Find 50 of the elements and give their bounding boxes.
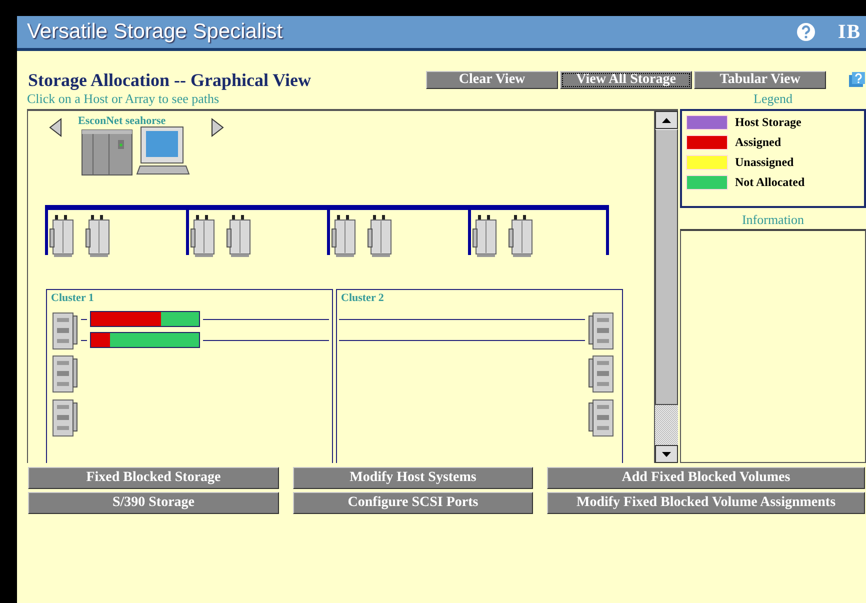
- action-button[interactable]: Add Fixed Blocked Volumes: [547, 467, 865, 489]
- cluster-label: Cluster 2: [341, 292, 384, 304]
- help-icon[interactable]: [796, 22, 816, 42]
- action-button[interactable]: Modify Host Systems: [293, 467, 533, 489]
- adapter-icon[interactable]: [367, 215, 393, 257]
- host-label[interactable]: EsconNet seahorse: [78, 115, 166, 127]
- view-button[interactable]: View All Storage: [560, 71, 692, 89]
- scroll-up-button[interactable]: [655, 111, 678, 129]
- disk-array-icon[interactable]: [588, 399, 614, 437]
- storage-bar[interactable]: [90, 311, 200, 327]
- page-title: Storage Allocation -- Graphical View: [28, 70, 312, 90]
- action-button[interactable]: S/390 Storage: [28, 492, 279, 514]
- adapter-icon[interactable]: [226, 215, 252, 257]
- cluster-label: Cluster 1: [51, 292, 94, 304]
- disk-array-icon[interactable]: [52, 355, 78, 393]
- up-arrow-icon[interactable]: [662, 118, 671, 122]
- disk-array-icon[interactable]: [52, 399, 78, 437]
- legend-title: Legend: [752, 91, 794, 107]
- down-arrow-icon[interactable]: [662, 452, 671, 456]
- adapter-icon[interactable]: [85, 215, 111, 257]
- view-button[interactable]: Tabular View: [694, 71, 826, 89]
- scrollbar-thumb[interactable]: [655, 129, 678, 405]
- information-title: Information: [740, 212, 806, 229]
- disk-array-icon[interactable]: [588, 312, 614, 350]
- legend-label: Assigned: [735, 135, 782, 150]
- disk-array-icon[interactable]: [52, 312, 78, 350]
- adapter-icon[interactable]: [331, 215, 357, 257]
- cluster-panel[interactable]: Cluster 1: [46, 289, 333, 463]
- instruction-text: Click on a Host or Array to see paths: [26, 91, 220, 107]
- scroll-down-button[interactable]: [655, 445, 678, 463]
- left-arrow-icon[interactable]: [49, 118, 62, 137]
- adapter-icon[interactable]: [472, 215, 498, 257]
- disk-array-icon[interactable]: [588, 355, 614, 393]
- adapter-icon[interactable]: [508, 215, 534, 257]
- computer-icon[interactable]: [136, 126, 191, 176]
- brand-logo: IB: [838, 20, 862, 44]
- help-icon[interactable]: [848, 72, 866, 88]
- action-button[interactable]: Configure SCSI Ports: [293, 492, 533, 514]
- legend-label: Unassigned: [735, 155, 794, 170]
- action-button[interactable]: Modify Fixed Blocked Volume Assignments: [547, 492, 865, 514]
- adapter-icon[interactable]: [49, 215, 75, 257]
- server-icon[interactable]: [81, 128, 134, 176]
- app-title: Versatile Storage Specialist: [27, 20, 284, 44]
- adapter-icon[interactable]: [190, 215, 216, 257]
- storage-bar[interactable]: [90, 332, 200, 348]
- right-arrow-icon[interactable]: [211, 118, 224, 137]
- view-button[interactable]: Clear View: [426, 71, 558, 89]
- action-button[interactable]: Fixed Blocked Storage: [28, 467, 279, 489]
- legend-label: Not Allocated: [735, 175, 805, 190]
- legend-label: Host Storage: [735, 115, 802, 130]
